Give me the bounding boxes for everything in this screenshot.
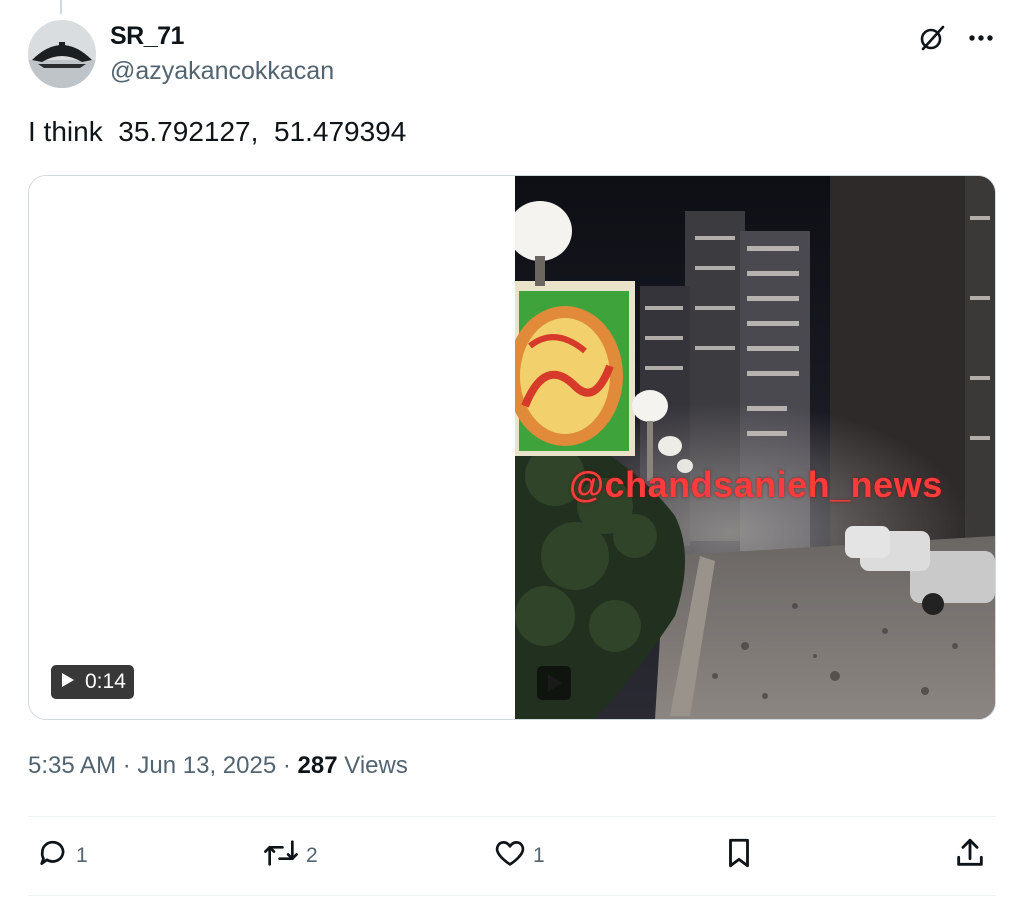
- repost-icon: [262, 836, 300, 876]
- video-player[interactable]: @chandsanieh_news 0:14: [28, 175, 996, 720]
- views-count: 287: [297, 752, 338, 779]
- share-button[interactable]: [954, 836, 986, 876]
- bookmark-icon: [723, 836, 755, 876]
- like-button[interactable]: 1: [493, 836, 545, 876]
- grok-icon[interactable]: [918, 24, 946, 52]
- video-blank-frame: [29, 176, 515, 719]
- video-duration: 0:14: [85, 670, 126, 693]
- author-handle[interactable]: @azyakancokkacan: [110, 57, 334, 86]
- views-label: Views: [344, 752, 408, 779]
- tweet-date[interactable]: Jun 13, 2025: [137, 752, 276, 779]
- like-count: 1: [533, 844, 545, 867]
- divider: [28, 816, 996, 817]
- reply-count: 1: [76, 844, 88, 867]
- meta-separator: ·: [122, 752, 131, 779]
- repost-button[interactable]: 2: [262, 836, 318, 876]
- author-display-name[interactable]: SR_71: [110, 22, 184, 51]
- tweet-action-bar: 1 2 1: [28, 836, 996, 878]
- video-watermark: @chandsanieh_news: [569, 464, 943, 505]
- reply-button[interactable]: 1: [36, 836, 88, 876]
- thread-connector-line: [60, 0, 62, 14]
- like-icon: [493, 836, 527, 876]
- tweet-meta: 5:35 AM · Jun 13, 2025 · 287 Views: [28, 752, 408, 780]
- reply-icon: [36, 836, 70, 876]
- repost-count: 2: [306, 844, 318, 867]
- video-duration-badge[interactable]: 0:14: [51, 665, 134, 699]
- tweet-text: I think 35.792127, 51.479394: [28, 116, 407, 147]
- tweet-top-actions: [918, 24, 994, 52]
- divider: [28, 895, 996, 896]
- video-thumbnail: @chandsanieh_news: [507, 176, 995, 719]
- tweet-time[interactable]: 5:35 AM: [28, 752, 116, 779]
- bookmark-button[interactable]: [723, 836, 755, 876]
- share-icon: [954, 836, 986, 876]
- play-icon: [61, 670, 75, 694]
- avatar[interactable]: [28, 20, 96, 88]
- more-icon[interactable]: [968, 33, 994, 43]
- meta-separator: ·: [282, 752, 291, 779]
